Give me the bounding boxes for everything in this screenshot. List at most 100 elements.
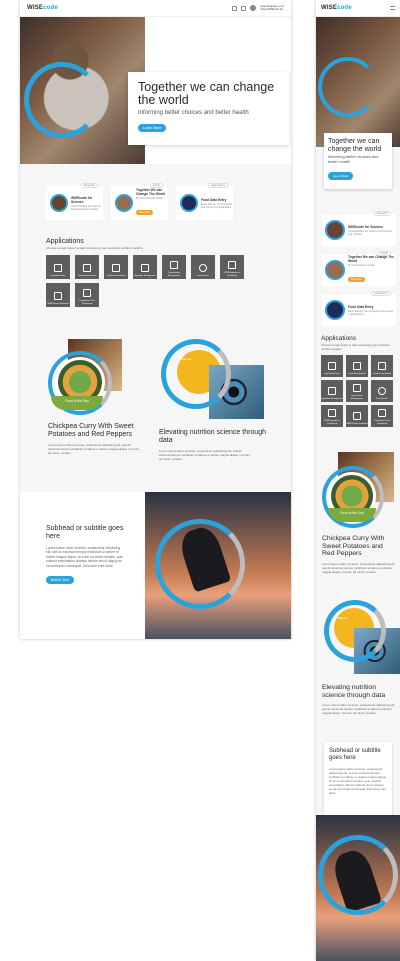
subhead-title: Subhead or subtitle goes here [46,525,124,540]
applications-subtitle: Choose an app below to start connecting … [46,246,144,250]
avatar[interactable] [250,5,257,11]
feature-tag: Research [373,211,391,216]
feature-tag: Article [377,251,391,256]
hero-title: Together we can change the world [138,80,275,107]
hero-subtitle: Informing better choices and better heal… [328,154,379,164]
mobile-hero-card: Together we can change the world Informi… [324,133,392,189]
app-tile[interactable]: Organization Management [162,255,186,279]
feature-card-science[interactable]: Research WISEcode for Science Understandi… [322,211,396,246]
science-body: Lorem ipsum dolor sit amet, consectetur … [322,703,396,716]
learn-more-button[interactable]: Learn More [328,172,354,181]
feature-card-article[interactable]: Article Together We can Change The World… [111,183,168,220]
app-tile[interactable]: Product Information [371,355,393,377]
tile-label: Ingredient Entry [324,372,340,375]
yoga-ring [318,835,398,915]
feature-card-article[interactable]: Article Together We can Change The World… [322,251,396,286]
learn-more-button[interactable]: Learn More [138,124,167,132]
app-tile[interactable]: WISE Ingredient Dashboard [220,255,244,279]
app-tile[interactable]: Ingredient Entry [321,355,343,377]
food-of-the-day-badge: Food of the Day [51,396,103,410]
grid-icon [378,409,386,418]
tile-label: Food Specification [348,372,366,375]
app-tile[interactable]: WISE Food Dashboard [46,283,70,307]
menu-icon[interactable] [390,6,395,10]
feature-image [180,194,198,212]
yoga-ring [155,519,245,609]
recipe-body: Lorem ipsum dolor sit amet, consectetur … [322,561,396,574]
grid-icon [328,409,336,418]
subhead-text: Subhead or subtitle goes here Lorem ipsu… [46,525,126,586]
app-tile[interactable]: Food Specification [75,255,99,279]
recipe-image: Food of the Day [48,337,122,415]
science-title: Elevating nutrition science through data [322,684,386,699]
mobile-hero-image [316,17,400,147]
subhead-body: Lorem ipsum dolor sit amet, consectetur … [329,767,387,795]
header-actions: wisecode@wise.co.uk Global WISEcode Inc. [232,5,284,11]
app-tile[interactable]: Product Information [104,255,128,279]
mobile-science-text: Elevating nutrition science through data… [322,684,396,715]
feature-card-science[interactable]: Research WISEcode for Science Understand… [46,183,103,220]
subhead-body: Lorem ipsum dolor sit amet, consectetur … [46,546,123,568]
feature-tag: Research [80,183,98,188]
app-tile[interactable]: Data Search [191,255,215,279]
grid-icon [353,361,361,370]
app-tiles: Ingredient Entry Food Specification Prod… [46,255,244,307]
tile-label: WISE Food Dashboard [47,302,69,305]
hero-image [20,17,145,164]
feature-card-data-entry[interactable]: Applications Food Data Entry Enter data … [176,183,233,220]
feature-tag: Applications [371,291,391,296]
desktop-frame: WISEcode wisecode@wise.co.uk Global WISE… [20,0,291,639]
tile-label: Product Information [106,274,126,277]
app-tile[interactable]: Ingredient Management [133,255,157,279]
feature-image [50,194,68,212]
apps-icon[interactable] [241,5,247,11]
grid-icon [54,291,62,300]
app-tile[interactable]: Competitive Price Dashboard [371,405,393,427]
grid-icon [328,361,336,370]
tile-label: Competitive Price Dashboard [373,420,391,425]
recipe-card[interactable]: Food of the Day Chickpea Curry With Swee… [48,337,148,455]
feature-image [325,300,345,320]
yoga-image [145,492,291,639]
mobile-recipe-image[interactable]: Food of the Day [322,450,394,530]
user-org: Global WISEcode Inc. [260,8,284,11]
app-tile[interactable]: Ingredient Entry [46,255,70,279]
user-info[interactable]: wisecode@wise.co.uk Global WISEcode Inc. [260,5,284,11]
recipe-body: Lorem ipsum dolor sit amet, consectetur … [48,443,139,455]
hero-ring [24,62,100,138]
tile-label: Ingredient Management [321,397,343,400]
mobile-header: WISEcode [316,0,400,17]
science-badge: Science [181,357,192,361]
app-tile[interactable]: Food Specification [346,355,368,377]
grid-icon [353,411,361,420]
search-icon [199,263,207,272]
app-tile[interactable]: Organization Management [346,380,368,402]
feature-card-data-entry[interactable]: Applications Food Data Entry Enter data f… [322,291,396,326]
tile-label: Organization Management [350,395,364,400]
notifications-icon[interactable] [232,5,238,11]
app-tile[interactable]: Data Search [371,380,393,402]
logo[interactable]: WISEcode [321,5,352,11]
logo[interactable]: WISEcode [27,5,58,11]
feature-desc: By Food Science Insider [348,264,376,267]
read-this-button[interactable]: Read This [136,210,153,215]
science-title: Elevating nutrition science through data [159,429,267,444]
grid-icon [141,263,149,272]
app-tile[interactable]: WISE Ingredient Dashboard [321,405,343,427]
read-this-button[interactable]: Read This [348,277,365,282]
grid-icon [378,361,386,370]
tile-label: Product Information [372,372,392,375]
grid-icon [228,261,236,270]
science-ring [324,600,386,662]
feature-title: Together We can Change The World [348,255,395,263]
tile-label: Ingredient Management [134,274,156,277]
app-tile[interactable]: Ingredient Management [321,380,343,402]
science-card[interactable]: Science Elevating nutrition science thro… [159,337,269,461]
search-icon [378,386,386,395]
feature-tag: Article [149,183,163,188]
app-tile[interactable]: Competitive Price Dashboard [75,283,99,307]
tile-label: WISE Ingredient Dashboard [324,420,340,425]
app-tile[interactable]: WISE Food Dashboard [346,405,368,427]
mobile-science-image[interactable]: Science [324,600,400,680]
button-text-button[interactable]: Button Text [46,576,74,585]
